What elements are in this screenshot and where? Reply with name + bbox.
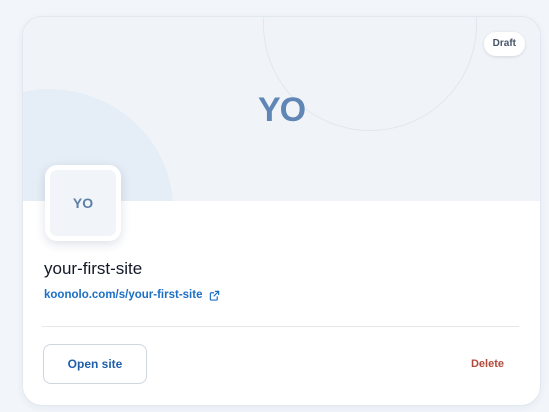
site-url-link[interactable]: koonolo.com/s/your-first-site <box>44 289 220 301</box>
site-avatar: YO <box>45 165 121 241</box>
cover-initials: YO <box>257 91 306 129</box>
card-divider <box>42 326 519 327</box>
site-url-text: koonolo.com/s/your-first-site <box>44 289 203 301</box>
status-badge: Draft <box>483 32 525 56</box>
delete-button[interactable]: Delete <box>459 344 516 384</box>
avatar-initials: YO <box>72 195 94 211</box>
site-name: your-first-site <box>44 259 143 278</box>
site-card: YO Draft YO your-first-site koonolo.com/… <box>22 16 541 406</box>
external-link-icon <box>209 290 220 301</box>
open-site-button[interactable]: Open site <box>43 344 147 384</box>
